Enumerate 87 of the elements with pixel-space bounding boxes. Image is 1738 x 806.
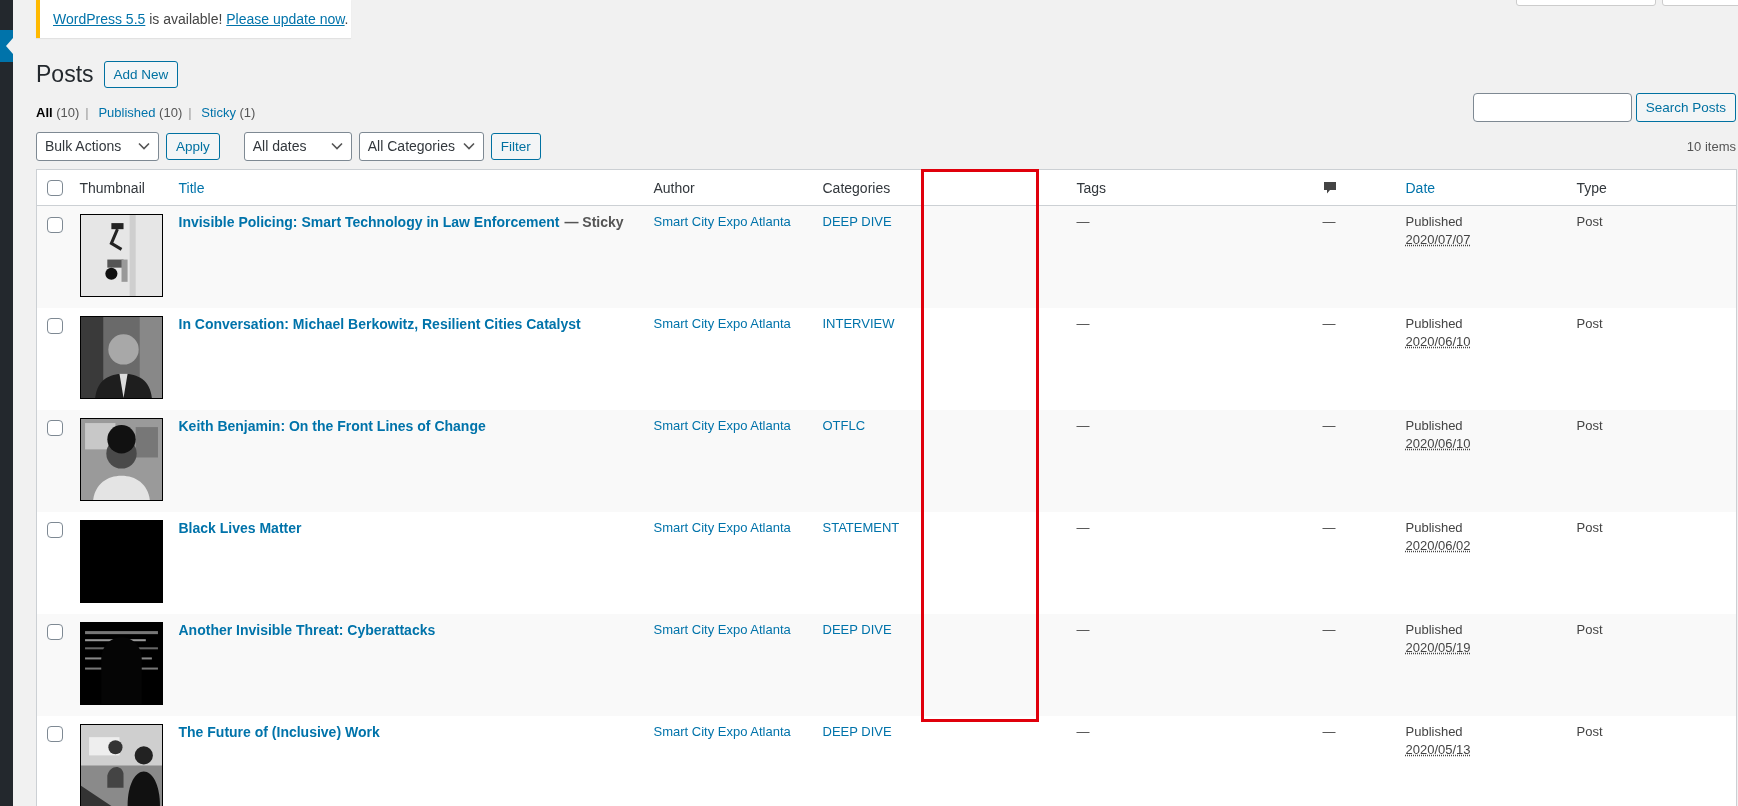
post-title-link[interactable]: Another Invisible Threat: Cyberattacks bbox=[178, 621, 436, 638]
category-link[interactable]: DEEP DIVE bbox=[822, 214, 892, 229]
update-link[interactable]: Please update now bbox=[226, 11, 345, 27]
tags-cell: — bbox=[1076, 214, 1090, 229]
post-date: 2020/05/13 bbox=[1405, 741, 1471, 757]
view-filter-link[interactable]: Sticky (1) bbox=[201, 105, 256, 120]
category-link[interactable]: INTERVIEW bbox=[822, 315, 895, 331]
status-text: Published bbox=[1405, 519, 1464, 535]
column-header: Tags bbox=[1076, 179, 1107, 196]
post-date: 2020/06/02 bbox=[1405, 537, 1471, 553]
type-cell: Post bbox=[1576, 723, 1603, 739]
post-title-link[interactable]: Black Lives Matter bbox=[178, 519, 302, 536]
page-title: Posts bbox=[36, 61, 94, 88]
add-new-button[interactable]: Add New bbox=[103, 61, 179, 88]
status-text: Published bbox=[1405, 214, 1464, 229]
type-cell: Post bbox=[1576, 417, 1603, 433]
row-checkbox[interactable] bbox=[47, 216, 63, 233]
column-header[interactable]: Date bbox=[1405, 179, 1436, 196]
filter-button[interactable]: Filter bbox=[490, 132, 541, 160]
tags-cell: — bbox=[1076, 519, 1090, 535]
bulk-actions-dropdown[interactable]: Bulk Actions bbox=[36, 131, 159, 161]
comment-icon bbox=[1322, 180, 1337, 195]
post-title-link[interactable]: Keith Benjamin: On the Front Lines of Change bbox=[178, 417, 486, 434]
item-count: 10 items bbox=[1686, 138, 1736, 154]
comments-cell: — bbox=[1322, 723, 1336, 739]
author-link[interactable]: Smart City Expo Atlanta bbox=[653, 519, 791, 535]
status-text: Published bbox=[1405, 315, 1464, 331]
category-link[interactable]: STATEMENT bbox=[822, 519, 900, 535]
post-date: 2020/06/10 bbox=[1405, 333, 1471, 349]
separator: | bbox=[85, 105, 89, 120]
status-text: Published bbox=[1405, 621, 1464, 637]
post-title-link[interactable]: The Future of (Inclusive) Work bbox=[178, 723, 380, 740]
post-date: 2020/06/10 bbox=[1405, 435, 1471, 451]
separator: | bbox=[188, 105, 192, 120]
notice-text: WordPress 5.5 is available! Please update now. bbox=[53, 11, 349, 27]
status-text: Published bbox=[1405, 417, 1464, 433]
filter-dropdown[interactable]: All dates bbox=[243, 131, 352, 161]
type-cell: Post bbox=[1576, 315, 1603, 331]
row-checkbox[interactable] bbox=[47, 624, 63, 641]
row-checkbox[interactable] bbox=[47, 522, 63, 539]
row-checkbox[interactable] bbox=[47, 318, 63, 335]
row-checkbox[interactable] bbox=[47, 420, 63, 437]
chevron-down-icon bbox=[330, 142, 343, 150]
search-field[interactable] bbox=[1472, 93, 1632, 122]
post-title-link[interactable]: Invisible Policing: Smart Technology in Law Enforcement bbox=[178, 214, 560, 230]
category-link[interactable]: DEEP DIVE bbox=[822, 723, 892, 739]
search-button[interactable]: Search Posts bbox=[1635, 93, 1736, 122]
post-date: 2020/05/19 bbox=[1405, 639, 1471, 655]
author-link[interactable]: Smart City Expo Atlanta bbox=[653, 417, 791, 433]
category-link[interactable]: OTFLC bbox=[822, 417, 866, 433]
comments-cell: — bbox=[1322, 621, 1336, 637]
author-link[interactable]: Smart City Expo Atlanta bbox=[653, 723, 791, 739]
column-header: Type bbox=[1576, 179, 1607, 196]
active-menu-item[interactable] bbox=[0, 30, 13, 62]
category-link[interactable]: DEEP DIVE bbox=[822, 621, 892, 637]
select-all-checkbox[interactable] bbox=[47, 180, 63, 197]
chevron-down-icon bbox=[138, 142, 150, 150]
version-link[interactable]: WordPress 5.5 bbox=[53, 11, 146, 27]
comments-cell: — bbox=[1322, 315, 1336, 331]
pointer-arrow-icon bbox=[6, 38, 13, 54]
comments-cell: — bbox=[1322, 417, 1336, 433]
view-filter-link[interactable]: Published (10) bbox=[98, 105, 183, 120]
column-header: Thumbnail bbox=[79, 179, 145, 196]
chevron-down-icon bbox=[462, 142, 475, 150]
author-link[interactable]: Smart City Expo Atlanta bbox=[653, 214, 791, 229]
tags-cell: — bbox=[1076, 417, 1090, 433]
post-date: 2020/07/07 bbox=[1405, 232, 1471, 247]
type-cell: Post bbox=[1576, 621, 1603, 637]
type-cell: Post bbox=[1576, 214, 1603, 229]
column-header[interactable]: Title bbox=[178, 179, 205, 196]
row-checkbox[interactable] bbox=[47, 726, 63, 743]
column-header: Author bbox=[653, 179, 695, 196]
post-title-link[interactable]: In Conversation: Michael Berkowitz, Resilient Cities Catalyst bbox=[178, 315, 581, 332]
type-cell: Post bbox=[1576, 519, 1603, 535]
author-link[interactable]: Smart City Expo Atlanta bbox=[653, 621, 791, 637]
tags-cell: — bbox=[1076, 723, 1090, 739]
post-state: — Sticky bbox=[564, 214, 624, 230]
status-text: Published bbox=[1405, 723, 1464, 739]
view-filter-link[interactable]: All (10) bbox=[36, 105, 80, 120]
author-link[interactable]: Smart City Expo Atlanta bbox=[653, 315, 791, 331]
comments-cell: — bbox=[1322, 519, 1336, 535]
apply-button[interactable]: Apply bbox=[166, 132, 220, 160]
comments-cell: — bbox=[1322, 214, 1336, 229]
tags-cell: — bbox=[1076, 315, 1090, 331]
tags-cell: — bbox=[1076, 621, 1090, 637]
column-header: Categories bbox=[822, 179, 891, 196]
filter-dropdown[interactable]: All Categories bbox=[358, 131, 484, 161]
